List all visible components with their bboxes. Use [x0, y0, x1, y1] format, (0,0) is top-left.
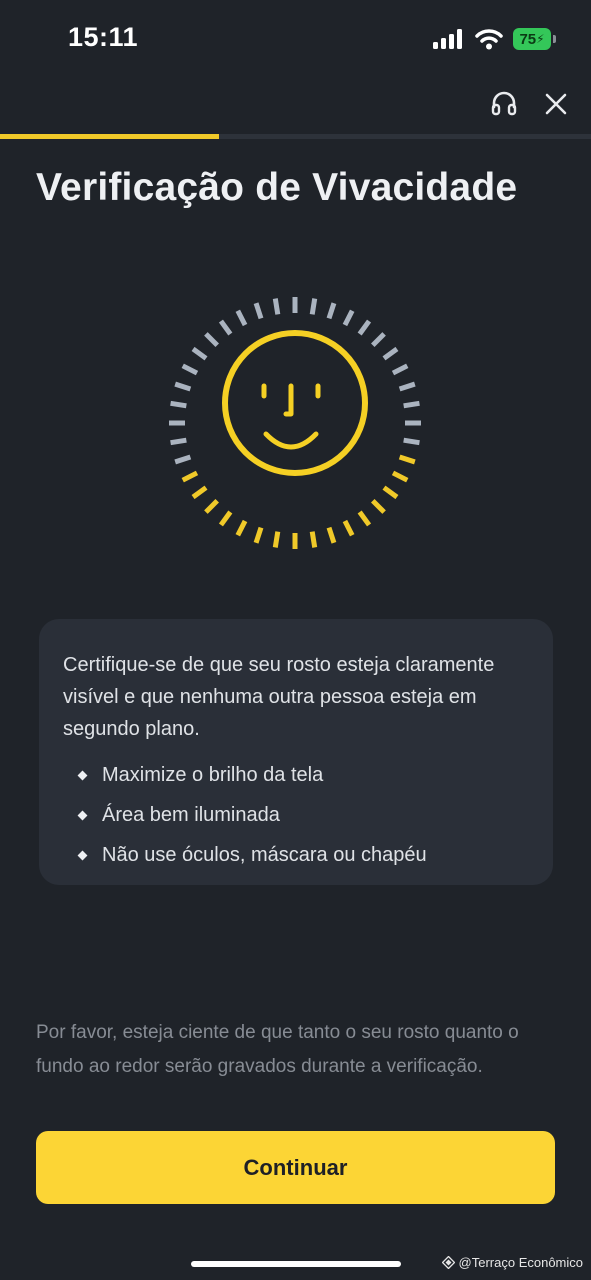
- scan-tick-complete: [218, 510, 233, 527]
- scan-tick-pending: [174, 454, 192, 465]
- scan-tick-pending: [357, 319, 372, 336]
- scan-tick-pending: [403, 400, 420, 409]
- recording-notice: Por favor, esteja ciente de que tanto o …: [36, 1022, 519, 1077]
- status-icons: 75 ⚡: [433, 26, 556, 52]
- face-scan-indicator: [169, 297, 421, 549]
- scan-tick-complete: [204, 499, 219, 514]
- scan-tick-pending: [170, 400, 187, 409]
- instructions-card: Certifique-se de que seu rosto esteja cl…: [39, 619, 553, 885]
- scan-tick-pending: [218, 319, 233, 336]
- support-button[interactable]: [489, 89, 519, 119]
- scan-tick-pending: [204, 332, 219, 347]
- tip-item: Não use óculos, máscara ou chapéu: [63, 835, 525, 875]
- scan-tick-complete: [398, 454, 416, 465]
- scan-tick-pending: [326, 302, 337, 320]
- scan-tick-pending: [174, 381, 192, 392]
- scan-tick-complete: [272, 531, 281, 548]
- progress-bar-fill: [0, 134, 219, 139]
- tips-list: Maximize o brilho da tela Área bem ilumi…: [63, 755, 525, 875]
- headset-support-icon: [491, 91, 517, 116]
- smiley-face-icon: [261, 383, 321, 450]
- scan-tick-pending: [391, 363, 409, 376]
- tip-text: Não use óculos, máscara ou chapéu: [102, 843, 427, 866]
- tip-item: Área bem iluminada: [63, 795, 525, 835]
- scan-tick-complete: [191, 485, 208, 500]
- scan-tick-pending: [170, 437, 187, 446]
- cellular-signal-icon: [433, 29, 462, 49]
- scan-tick-pending: [272, 298, 281, 315]
- scan-tick-complete: [342, 519, 355, 537]
- tip-text: Área bem iluminada: [102, 803, 280, 826]
- close-icon: [545, 93, 567, 115]
- header-actions: [489, 88, 571, 120]
- page-title: Verificação de Vivacidade: [36, 166, 518, 209]
- watermark-text: @Terraço Econômico: [458, 1255, 583, 1270]
- face-outline: [222, 330, 368, 476]
- scan-tick-complete: [326, 526, 337, 544]
- bullet-icon: [77, 770, 88, 780]
- scan-tick-pending: [398, 381, 416, 392]
- continue-button[interactable]: Continuar: [36, 1131, 555, 1204]
- scan-tick-complete: [309, 531, 318, 548]
- scan-tick-pending: [371, 332, 386, 347]
- scan-tick-complete: [391, 470, 409, 483]
- scan-tick-pending: [235, 309, 248, 327]
- home-indicator[interactable]: [191, 1261, 401, 1267]
- scan-tick-complete: [357, 510, 372, 527]
- scan-tick-complete: [181, 470, 199, 483]
- scan-tick-pending: [253, 302, 264, 320]
- scan-tick-pending: [403, 437, 420, 446]
- wifi-icon: [475, 29, 503, 50]
- scan-tick-pending: [309, 298, 318, 315]
- progress-bar: [0, 134, 591, 139]
- scan-tick-complete: [371, 499, 386, 514]
- scan-tick-pending: [181, 363, 199, 376]
- tip-item: Maximize o brilho da tela: [63, 755, 525, 795]
- scan-tick-complete: [235, 519, 248, 537]
- close-button[interactable]: [541, 89, 571, 119]
- battery-level: 75: [519, 30, 537, 48]
- scan-tick-pending: [191, 346, 208, 361]
- bullet-icon: [77, 810, 88, 820]
- watermark: @Terraço Econômico: [441, 1255, 583, 1270]
- status-bar: 15:11 75 ⚡: [0, 0, 591, 80]
- scan-tick-pending: [342, 309, 355, 327]
- bullet-icon: [77, 850, 88, 860]
- scan-tick-complete: [253, 526, 264, 544]
- battery-charging-icon: 75 ⚡: [513, 28, 556, 50]
- status-time: 15:11: [68, 22, 139, 52]
- scan-tick-pending: [382, 346, 399, 361]
- instructions-text: Certifique-se de que seu rosto esteja cl…: [63, 654, 495, 740]
- diamond-logo-icon: [441, 1256, 455, 1269]
- scan-tick-complete: [382, 485, 399, 500]
- tip-text: Maximize o brilho da tela: [102, 763, 324, 786]
